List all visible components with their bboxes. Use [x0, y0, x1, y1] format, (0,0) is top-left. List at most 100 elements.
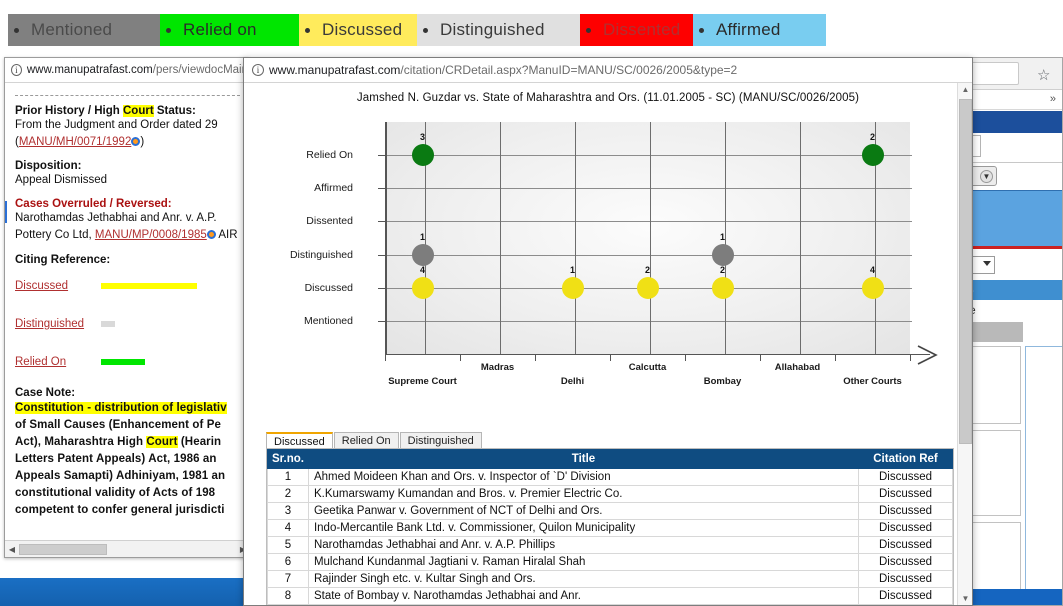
legend-item-distinguished[interactable]: Distinguished: [417, 14, 580, 46]
main-content: ▲ ▼ Jamshed N. Guzdar vs. State of Mahar…: [244, 83, 972, 606]
case-title: Jamshed N. Guzdar vs. State of Maharasht…: [244, 83, 972, 104]
main-vertical-scrollbar[interactable]: ▲ ▼: [957, 83, 972, 606]
table-row[interactable]: 2K.Kumarswamy Kumandan and Bros. v. Prem…: [268, 486, 953, 503]
chart-data-point[interactable]: [712, 277, 734, 299]
prior-history-citation: (MANU/MH/0071/1992): [15, 135, 240, 150]
table-cell-citation-ref: Discussed: [859, 571, 953, 588]
citing-reference-link[interactable]: Discussed: [15, 280, 101, 292]
chart-x-label: Bombay: [704, 376, 741, 387]
table-cell-title[interactable]: Narothamdas Jethabhai and Anr. v. A.P. P…: [308, 537, 858, 554]
gear-icon[interactable]: [207, 230, 216, 239]
chart-gridline-vertical: [500, 122, 501, 354]
chart-data-point[interactable]: [412, 244, 434, 266]
chart-data-point[interactable]: [862, 277, 884, 299]
table-row[interactable]: 5Narothamdas Jethabhai and Anr. v. A.P. …: [268, 537, 953, 554]
document-body: Prior History / High Court Status: From …: [5, 83, 248, 557]
legend-item-mentioned[interactable]: Mentioned: [8, 14, 160, 46]
citation-detail-window[interactable]: i www.manupatrafast.com/citation/CRDetai…: [243, 57, 973, 606]
chart-data-point-value: 4: [870, 265, 875, 275]
table-cell-title[interactable]: Mulchand Kundanmal Jagtiani v. Raman Hir…: [308, 554, 858, 571]
main-scrollbar-thumb[interactable]: [959, 99, 972, 444]
table-row[interactable]: 6Mulchand Kundanmal Jagtiani v. Raman Hi…: [268, 554, 953, 571]
left-hscroll-thumb[interactable]: [19, 544, 107, 555]
left-address-bar[interactable]: i www.manupatrafast.com/pers/viewdocMain: [5, 58, 248, 83]
table-cell-title[interactable]: State of Bombay v. Narothamdas Jethabhai…: [308, 588, 858, 605]
scroll-down-icon[interactable]: ▼: [958, 592, 973, 606]
legend-item-label: Mentioned: [31, 20, 112, 40]
table-cell-citation-ref: Discussed: [859, 554, 953, 571]
case-note-line: of Small Causes (Enhancement of Pe: [15, 417, 240, 434]
table-cell-title[interactable]: K.Kumarswamy Kumandan and Bros. v. Premi…: [308, 486, 858, 503]
table-row[interactable]: 4Indo-Mercantile Bank Ltd. v. Commission…: [268, 520, 953, 537]
cases-overruled-link[interactable]: MANU/MP/0008/1985: [95, 229, 207, 241]
chart-x-tick: [460, 354, 461, 361]
table-cell-title[interactable]: Geetika Panwar v. Government of NCT of D…: [308, 503, 858, 520]
prior-history-heading-part2: Status:: [154, 105, 196, 117]
prior-history-link[interactable]: MANU/MH/0071/1992: [19, 136, 132, 148]
tab-relied-on[interactable]: Relied On: [334, 432, 399, 449]
tab-discussed[interactable]: Discussed: [266, 432, 333, 449]
scroll-left-icon[interactable]: ◀: [5, 545, 19, 554]
gear-icon[interactable]: [131, 137, 140, 146]
table-cell-title[interactable]: Rajinder Singh etc. v. Kultar Singh and …: [308, 571, 858, 588]
chevron-more-icon[interactable]: »: [1050, 93, 1056, 105]
chart-data-point[interactable]: [712, 244, 734, 266]
chart-y-label: Dissented: [245, 215, 365, 227]
cases-overruled-line1: Narothamdas Jethabhai and Anr. v. A.P.: [15, 211, 240, 226]
chart-y-tick: [378, 288, 387, 289]
citing-reference-row: Distinguished: [15, 305, 240, 343]
table-row[interactable]: 3Geetika Panwar v. Government of NCT of …: [268, 503, 953, 520]
chart-data-point[interactable]: [412, 144, 434, 166]
chart-gridline-vertical: [800, 122, 801, 354]
chevron-down-icon[interactable]: ▼: [980, 170, 993, 183]
legend-item-dissented[interactable]: Dissented: [580, 14, 693, 46]
left-horizontal-scrollbar[interactable]: ◀ ▶: [5, 540, 249, 557]
table-column-header[interactable]: Title: [308, 450, 858, 469]
table-cell-srno: 3: [268, 503, 309, 520]
disposition-heading: Disposition:: [15, 160, 240, 172]
case-note-heading: Case Note:: [15, 387, 240, 399]
table-column-header[interactable]: Sr.no.: [268, 450, 309, 469]
table-cell-srno: 2: [268, 486, 309, 503]
citation-chart: MentionedDiscussedDistinguishedDissented…: [244, 104, 944, 374]
prior-history-heading: Prior History / High Court Status:: [15, 105, 240, 117]
document-window[interactable]: i www.manupatrafast.com/pers/viewdocMain…: [4, 57, 249, 558]
legend-bullet-icon: [14, 28, 19, 33]
citing-reference-list: Discussed Distinguished Relied On: [15, 267, 240, 381]
bookmark-star-icon[interactable]: ☆: [1037, 66, 1050, 84]
table-column-header[interactable]: Citation Ref: [859, 450, 953, 469]
table-cell-srno: 4: [268, 520, 309, 537]
main-address-bar[interactable]: i www.manupatrafast.com/citation/CRDetai…: [244, 58, 972, 83]
legend-item-discussed[interactable]: Discussed: [299, 14, 417, 46]
tab-distinguished[interactable]: Distinguished: [400, 432, 482, 449]
citing-reference-swatch: [101, 283, 197, 289]
table-row[interactable]: 1Ahmed Moideen Khan and Ors. v. Inspecto…: [268, 469, 953, 486]
legend-bullet-icon: [586, 28, 591, 33]
table-cell-srno: 6: [268, 554, 309, 571]
chart-data-point[interactable]: [862, 144, 884, 166]
table-cell-title[interactable]: Indo-Mercantile Bank Ltd. v. Commissione…: [308, 520, 858, 537]
table-row[interactable]: 7Rajinder Singh etc. v. Kultar Singh and…: [268, 571, 953, 588]
citation-tabs: DiscussedRelied OnDistinguished: [266, 431, 926, 448]
legend-bullet-icon: [166, 28, 171, 33]
chart-x-tick: [835, 354, 836, 361]
chart-data-point[interactable]: [637, 277, 659, 299]
scroll-up-icon[interactable]: ▲: [958, 83, 973, 97]
chart-x-label: Other Courts: [843, 376, 902, 387]
chart-x-tick: [385, 354, 386, 361]
chart-data-point[interactable]: [562, 277, 584, 299]
citing-reference-link[interactable]: Relied On: [15, 356, 101, 368]
citing-reference-link[interactable]: Distinguished: [15, 318, 101, 330]
chart-data-point[interactable]: [412, 277, 434, 299]
chart-gridline-vertical: [575, 122, 576, 354]
legend-item-affirmed[interactable]: Affirmed: [693, 14, 826, 46]
table-row[interactable]: 8State of Bombay v. Narothamdas Jethabha…: [268, 588, 953, 605]
chart-y-label: Affirmed: [245, 182, 365, 194]
citing-reference-row: Relied On: [15, 343, 240, 381]
left-edge-marker: [5, 201, 7, 223]
chart-x-label: Madras: [481, 362, 514, 373]
chart-x-label: Supreme Court: [388, 376, 457, 387]
info-icon: i: [252, 64, 264, 76]
table-cell-title[interactable]: Ahmed Moideen Khan and Ors. v. Inspector…: [308, 469, 858, 486]
legend-item-relied-on[interactable]: Relied on: [160, 14, 299, 46]
